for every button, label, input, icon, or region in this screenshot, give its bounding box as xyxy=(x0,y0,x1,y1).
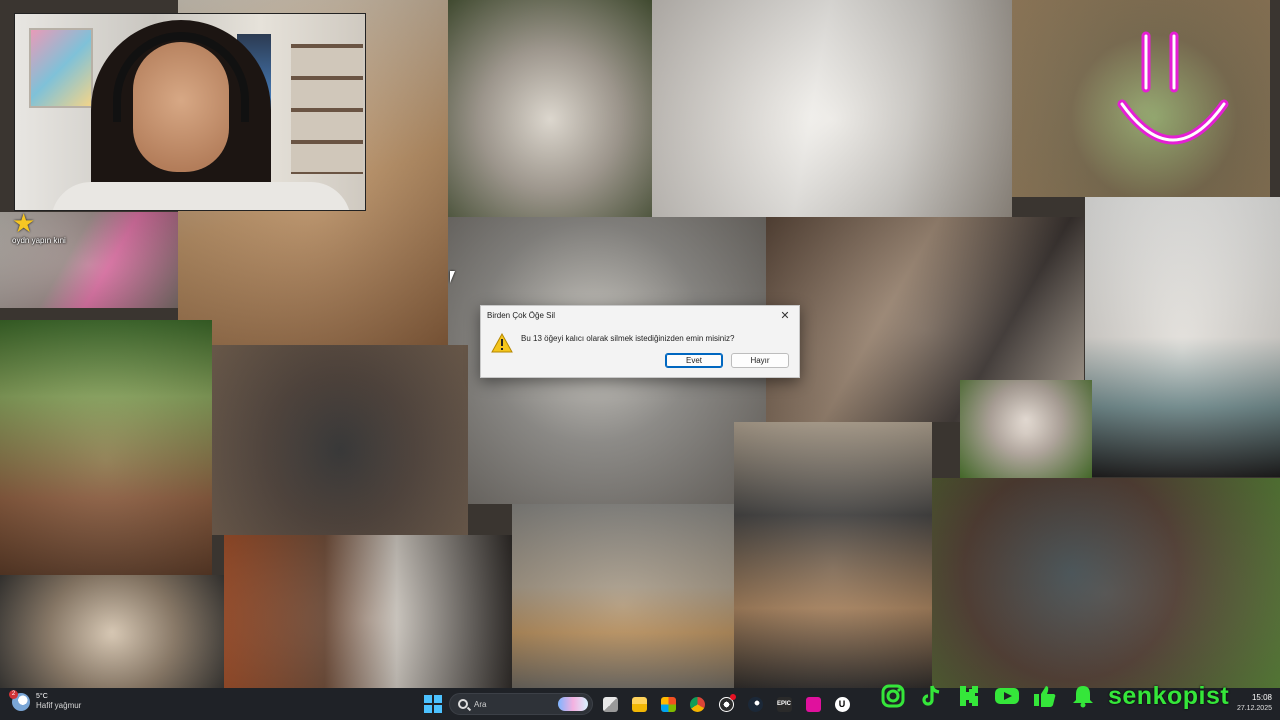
dialog-message: Bu 13 öğeyi kalıcı olarak silmek istediğ… xyxy=(521,333,735,343)
photo-cat-toilet-phone xyxy=(652,0,1012,217)
weather-temp: 5°C xyxy=(36,693,48,700)
photo-donkey xyxy=(224,535,512,688)
bell-icon xyxy=(1070,683,1096,709)
clock-date: 27.12.2025 xyxy=(1236,705,1272,712)
photo-monkey xyxy=(0,575,224,688)
dialog-titlebar[interactable]: Birden Çok Öğe Sil ✕ xyxy=(481,306,799,325)
dialog-body: Bu 13 öğeyi kalıcı olarak silmek istediğ… xyxy=(481,325,799,353)
close-icon[interactable]: ✕ xyxy=(777,308,793,324)
star-alert-text: oydn yapın kıni xyxy=(12,236,66,245)
thumbs-up-icon xyxy=(1032,683,1058,709)
photo-cat-gaming-chair xyxy=(734,422,932,688)
social-overlay: senkopist xyxy=(880,683,1229,709)
weather-widget[interactable]: 2 5°C Hafif yağmur xyxy=(9,689,82,711)
instagram-icon xyxy=(880,683,906,709)
webcam-painting xyxy=(29,28,93,108)
delete-confirm-dialog: Birden Çok Öğe Sil ✕ Bu 13 öğeyi kalıcı … xyxy=(480,305,800,378)
star-icon: ★ xyxy=(12,208,36,238)
photo-squirrel xyxy=(0,320,212,575)
photo-dog-controller xyxy=(212,345,468,535)
search-highlight-icon[interactable] xyxy=(558,697,588,711)
unreal-engine-icon[interactable]: U xyxy=(830,693,854,715)
search-input[interactable]: Ara xyxy=(449,693,593,715)
photo-sheep xyxy=(448,0,652,217)
streamer-shirt xyxy=(51,182,351,210)
no-button[interactable]: Hayır xyxy=(731,353,789,368)
star-alert: ★ oydn yapın kıni xyxy=(12,208,66,246)
notification-badge: 2 xyxy=(9,689,18,699)
dialog-title: Birden Çok Öğe Sil xyxy=(487,311,556,320)
windows-start-icon[interactable] xyxy=(422,693,444,715)
webcam-overlay xyxy=(14,13,366,211)
warning-icon xyxy=(491,333,513,353)
youtube-icon xyxy=(994,683,1020,709)
system-clock[interactable]: 15:08 27.12.2025 xyxy=(1237,692,1272,714)
epic-games-icon[interactable]: EPIC xyxy=(772,693,796,715)
photo-bulldog-bunny-ears xyxy=(960,380,1092,478)
search-placeholder: Ara xyxy=(474,699,487,709)
kick-icon xyxy=(956,683,982,709)
tiktok-icon xyxy=(918,683,944,709)
davinci-icon[interactable] xyxy=(801,693,825,715)
taskbar-apps: Ara EPIC U xyxy=(422,693,854,715)
clock-time: 15:08 xyxy=(1251,693,1272,702)
channel-name: senkopist xyxy=(1108,682,1230,710)
webcam-shelf xyxy=(291,44,363,174)
steam-icon[interactable] xyxy=(743,693,767,715)
weather-desc: Hafif yağmur xyxy=(36,701,82,710)
photo-dog-street xyxy=(512,504,734,688)
chrome-icon[interactable] xyxy=(685,693,709,715)
smiley-logo-icon xyxy=(1117,31,1229,145)
photo-cat-green-hat xyxy=(1085,197,1280,477)
search-icon xyxy=(458,699,468,709)
dialog-buttons: Evet Hayır xyxy=(665,353,789,368)
recording-dot-icon xyxy=(730,694,736,700)
task-view-icon[interactable] xyxy=(598,693,622,715)
obs-icon[interactable] xyxy=(714,693,738,715)
file-explorer-icon[interactable] xyxy=(627,693,651,715)
photo-orangutan xyxy=(932,478,1280,688)
mouse-cursor-icon xyxy=(450,271,455,283)
microsoft-store-icon[interactable] xyxy=(656,693,680,715)
yes-button[interactable]: Evet xyxy=(665,353,723,368)
weather-rain-icon: 2 xyxy=(9,689,30,711)
desktop-collage: ★ oydn yapın kıni Birden Çok Öğe Sil ✕ B… xyxy=(0,0,1280,688)
